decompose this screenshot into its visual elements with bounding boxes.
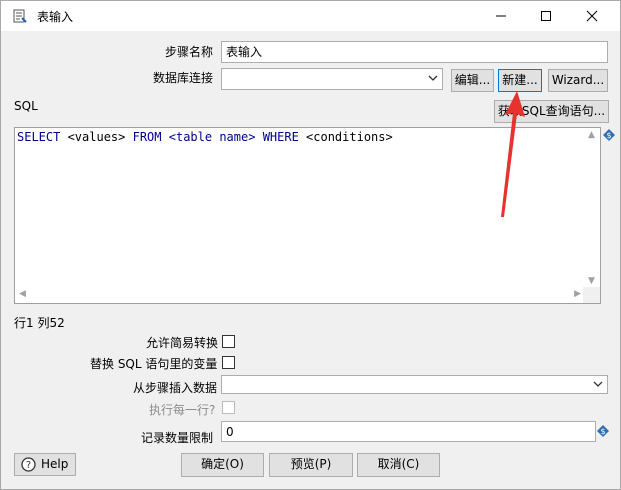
cursor-position: 行1 列52 [14,316,65,330]
svg-text:$: $ [600,427,605,436]
scroll-down-icon[interactable]: ▼ [588,276,595,286]
sql-keyword: FROM [132,130,162,144]
insert-data-from-step-select[interactable] [221,375,608,394]
chevron-down-icon [593,381,603,387]
db-connection-label: 数据库连接 [153,71,214,85]
execute-each-row-label: 执行每一行? [149,403,216,417]
svg-text:$: $ [606,131,611,140]
db-connection-select[interactable] [221,68,443,90]
table-input-dialog: 表输入 步骤名称 表输入 数据库连接 编辑... 新建... Wizard...… [0,0,621,490]
svg-text:?: ? [26,460,31,471]
maximize-button[interactable] [523,1,569,31]
step-name-input[interactable]: 表输入 [221,41,608,63]
execute-each-row-checkbox [222,401,235,414]
table-input-icon [13,9,27,23]
window-title: 表输入 [37,10,74,24]
sql-keyword: WHERE [262,130,299,144]
replace-variables-checkbox[interactable] [222,356,235,369]
sql-token: <conditions> [298,130,393,144]
insert-data-from-step-label: 从步骤插入数据 [133,381,218,395]
minimize-button[interactable] [478,1,524,31]
close-icon [586,10,598,22]
annotation-arrow-icon [501,91,525,217]
title-bar[interactable]: 表输入 [1,1,620,31]
help-label: Help [41,457,69,471]
sql-text[interactable]: SELECT <values> FROM <table name> WHERE … [17,130,393,144]
chevron-down-icon [428,75,438,81]
variable-diamond-icon: $ [603,129,615,141]
allow-lazy-conversion-label: 允许简易转换 [146,336,219,350]
minimize-icon [496,15,506,17]
scroll-corner [583,287,600,303]
sql-keyword: SELECT [17,130,61,144]
cancel-button[interactable]: 取消(C) [357,453,440,477]
sql-horizontal-scrollbar[interactable]: ◀ ▶ [15,287,585,303]
maximize-icon [541,11,551,21]
preview-button[interactable]: 预览(P) [269,453,353,477]
help-icon: ? [21,457,36,472]
help-button[interactable]: ? Help [14,453,76,476]
variable-diamond-icon: $ [597,425,609,437]
limit-size-label: 记录数量限制 [141,431,214,445]
step-name-label: 步骤名称 [165,45,214,59]
limit-size-input[interactable]: 0 [221,421,596,442]
sql-table-placeholder: <table name> [168,130,256,144]
replace-variables-label: 替换 SQL 语句里的变量 [90,357,218,371]
sql-label: SQL [14,99,38,113]
allow-lazy-conversion-checkbox[interactable] [222,335,235,348]
ok-button[interactable]: 确定(O) [181,453,264,477]
close-button[interactable] [569,1,615,31]
edit-connection-button[interactable]: 编辑... [451,69,494,92]
sql-token: <values> [60,130,133,144]
sql-vertical-scrollbar[interactable]: ▲ ▼ [583,128,600,288]
wizard-button[interactable]: Wizard... [548,69,608,92]
scroll-up-icon[interactable]: ▲ [588,130,595,140]
scroll-left-icon[interactable]: ◀ [19,289,26,299]
scroll-right-icon[interactable]: ▶ [574,289,581,299]
